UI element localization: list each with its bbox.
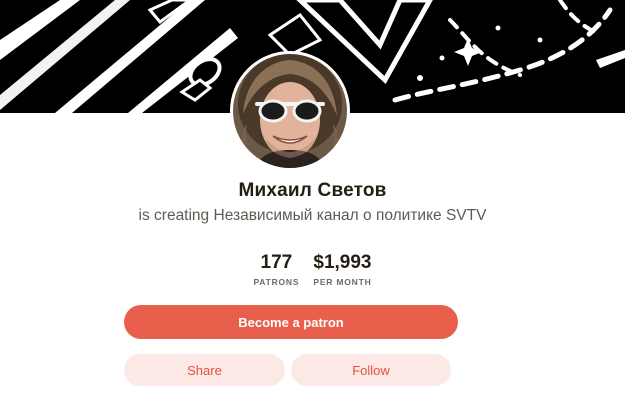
stat-label: PER MONTH	[313, 277, 372, 287]
stat-value: 177	[260, 252, 293, 273]
tagline-prefix: is creating	[138, 207, 210, 224]
creator-tagline: is creating Независимый канал о политике…	[0, 207, 625, 225]
stat-label: PATRONS	[253, 277, 300, 287]
stat-value: $1,993	[313, 252, 372, 273]
tagline-project: Независимый канал о политике SVTV	[209, 207, 487, 224]
follow-button[interactable]: Follow	[291, 354, 451, 386]
stat-per-month: $1,993 PER MONTH	[313, 251, 371, 287]
creator-stats: 177 PATRONS $1,993 PER MONTH	[0, 251, 625, 287]
stat-patrons: 177 PATRONS	[253, 251, 299, 287]
creator-page: Михаил Светов is creating Независимый ка…	[0, 0, 625, 407]
creator-avatar	[230, 51, 350, 171]
become-patron-button[interactable]: Become a patron	[124, 305, 458, 339]
creator-name: Михаил Светов	[238, 180, 387, 201]
share-button[interactable]: Share	[124, 354, 285, 386]
avatar-photo	[233, 54, 347, 168]
